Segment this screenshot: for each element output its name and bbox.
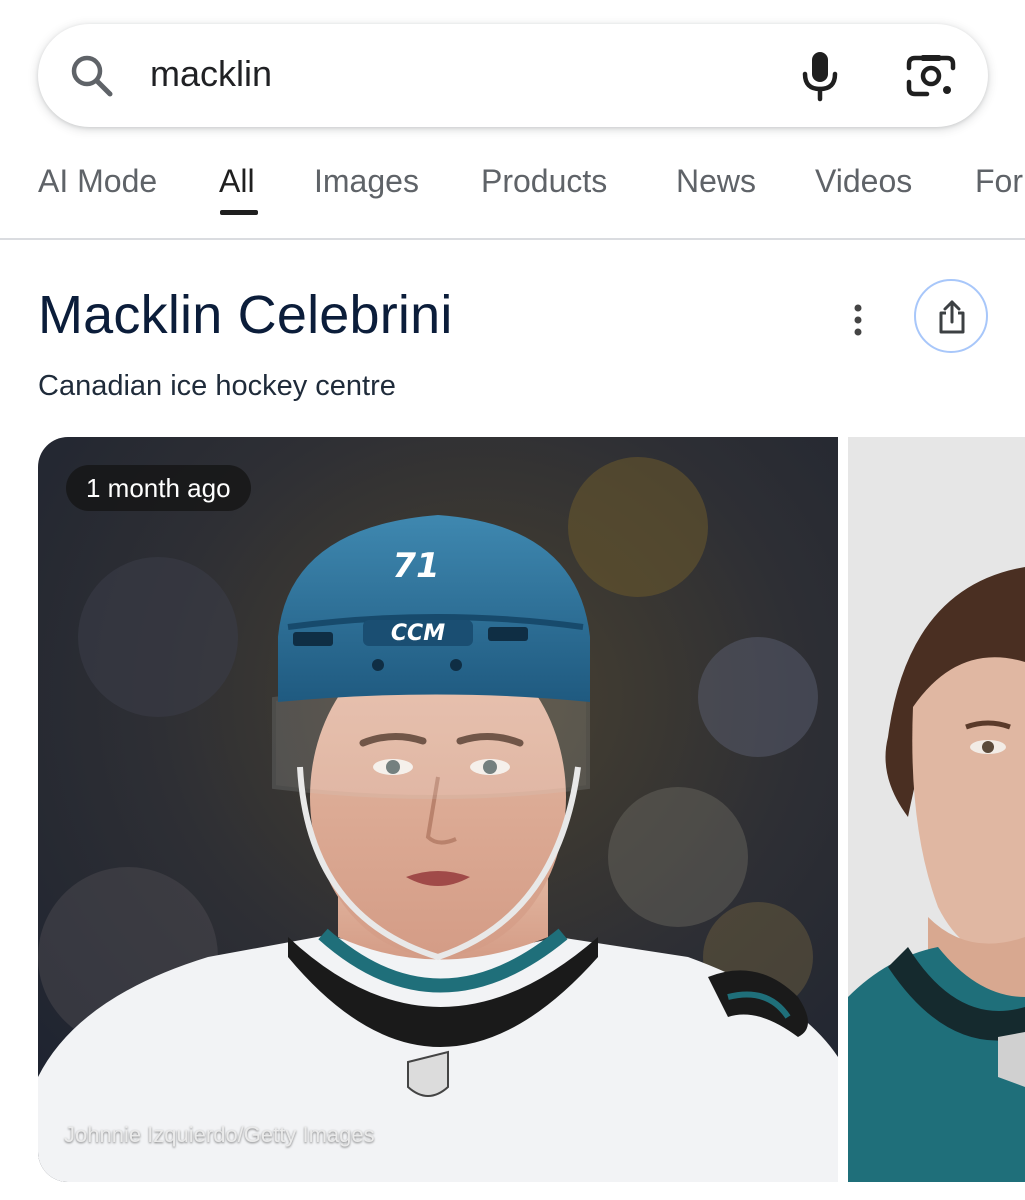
more-vert-icon[interactable]: [846, 300, 870, 340]
player-photo: CCM 71: [38, 437, 838, 1182]
time-badge: 1 month ago: [66, 465, 251, 511]
share-icon: [939, 300, 965, 334]
tab-news[interactable]: News: [676, 162, 756, 200]
player-portrait: [848, 437, 1025, 1182]
helmet-brand: CCM: [391, 621, 445, 646]
google-lens-icon[interactable]: [905, 52, 957, 100]
tab-videos[interactable]: Videos: [815, 162, 912, 200]
tab-images[interactable]: Images: [314, 162, 419, 200]
image-credit: Johnnie Izquierdo/Getty Images: [64, 1122, 375, 1147]
tabs-divider: [0, 238, 1025, 240]
mic-icon[interactable]: [798, 50, 842, 102]
search-icon[interactable]: [68, 52, 116, 100]
share-button[interactable]: [914, 279, 988, 353]
entity-title[interactable]: Macklin Celebrini: [38, 283, 453, 347]
tab-products[interactable]: Products: [481, 162, 607, 200]
active-tab-indicator: [220, 210, 258, 215]
entity-subtitle: Canadian ice hockey centre: [38, 370, 396, 402]
tab-ai-mode[interactable]: AI Mode: [38, 162, 157, 200]
search-tabs: AI Mode All Images Products News Videos …: [0, 150, 1025, 240]
search-input[interactable]: macklin: [150, 50, 272, 98]
helmet-number: 71: [392, 546, 439, 586]
entity-image-main[interactable]: CCM 71 1 month ago Johnnie Izquierdo/Get…: [38, 437, 838, 1182]
tab-all[interactable]: All: [219, 162, 255, 200]
entity-image-second[interactable]: [848, 437, 1025, 1182]
tab-forums[interactable]: For: [975, 162, 1023, 200]
